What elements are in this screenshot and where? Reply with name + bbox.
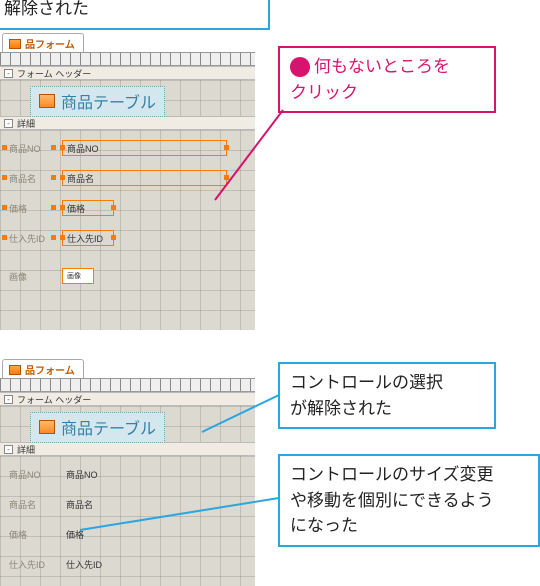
- collapse-icon[interactable]: -: [4, 395, 13, 404]
- detail-area[interactable]: 商品NO 商品NO 商品名 商品名 価格 価格 仕入先ID 仕入先ID 画像 画…: [0, 130, 255, 330]
- label-仕入先ID[interactable]: 仕入先ID: [4, 230, 54, 246]
- field-仕入先ID[interactable]: 仕入先ID: [62, 556, 114, 572]
- field-画像[interactable]: 画像: [62, 268, 94, 284]
- field-価格[interactable]: 価格: [62, 526, 114, 542]
- form-header-area[interactable]: 商品テーブル: [0, 80, 255, 116]
- label-仕入先ID[interactable]: 仕入先ID: [4, 556, 54, 572]
- label-価格[interactable]: 価格: [4, 526, 54, 542]
- section-form-header[interactable]: - フォーム ヘッダー: [0, 66, 255, 80]
- callout-context-prev: 解除された: [0, 0, 270, 30]
- callout-text: が解除された: [290, 399, 392, 418]
- horizontal-ruler: [0, 378, 255, 392]
- table-icon: [39, 94, 55, 108]
- tab-bar: 品フォーム: [0, 30, 255, 52]
- label-商品NO[interactable]: 商品NO: [4, 140, 54, 156]
- form-tab[interactable]: 品フォーム: [2, 359, 84, 378]
- callout-text: や移動を個別にできるよう: [290, 491, 494, 510]
- section-detail[interactable]: - 詳細: [0, 116, 255, 130]
- label-画像[interactable]: 画像: [4, 268, 54, 284]
- step-number-badge: 4: [290, 57, 310, 77]
- callout-text: 解除された: [4, 0, 89, 18]
- form-title-label[interactable]: 商品テーブル: [30, 86, 165, 117]
- horizontal-ruler: [0, 52, 255, 66]
- form-title-text: 商品テーブル: [61, 89, 156, 113]
- field-仕入先ID[interactable]: 仕入先ID: [62, 230, 114, 246]
- callout-step-4: 4何もないところを クリック: [278, 46, 496, 113]
- callout-selection-cleared: コントロールの選択 が解除された: [278, 362, 496, 429]
- table-icon: [39, 420, 55, 434]
- field-商品NO[interactable]: 商品NO: [62, 466, 227, 482]
- form-tab[interactable]: 品フォーム: [2, 33, 84, 52]
- field-商品名[interactable]: 商品名: [62, 496, 227, 512]
- label-価格[interactable]: 価格: [4, 200, 54, 216]
- label-商品NO[interactable]: 商品NO: [4, 466, 54, 482]
- section-detail[interactable]: - 詳細: [0, 442, 255, 456]
- section-label: 詳細: [17, 117, 35, 130]
- callout-text: になった: [290, 516, 358, 535]
- tab-bar: 品フォーム: [0, 356, 255, 378]
- collapse-icon[interactable]: -: [4, 445, 13, 454]
- label-商品名[interactable]: 商品名: [4, 496, 54, 512]
- callout-individual-resize: コントロールのサイズ変更 や移動を個別にできるよう になった: [278, 454, 540, 547]
- form-title-label[interactable]: 商品テーブル: [30, 412, 165, 443]
- tab-label: 品フォーム: [25, 362, 75, 377]
- field-商品名[interactable]: 商品名: [62, 170, 227, 186]
- field-商品NO[interactable]: 商品NO: [62, 140, 227, 156]
- form-icon: [9, 39, 21, 49]
- label-商品名[interactable]: 商品名: [4, 170, 54, 186]
- field-価格[interactable]: 価格: [62, 200, 114, 216]
- section-label: 詳細: [17, 443, 35, 456]
- section-label: フォーム ヘッダー: [17, 393, 91, 406]
- callout-text: クリック: [290, 83, 358, 102]
- collapse-icon[interactable]: -: [4, 119, 13, 128]
- section-label: フォーム ヘッダー: [17, 67, 91, 80]
- form-design-panel-after: 品フォーム - フォーム ヘッダー 商品テーブル - 詳細 商品NO 商品NO …: [0, 356, 255, 566]
- detail-area[interactable]: 商品NO 商品NO 商品名 商品名 価格 価格 仕入先ID 仕入先ID: [0, 456, 255, 586]
- section-form-header[interactable]: - フォーム ヘッダー: [0, 392, 255, 406]
- tab-label: 品フォーム: [25, 36, 75, 51]
- collapse-icon[interactable]: -: [4, 69, 13, 78]
- callout-text: コントロールのサイズ変更: [290, 465, 494, 484]
- form-icon: [9, 365, 21, 375]
- form-title-text: 商品テーブル: [61, 415, 156, 439]
- form-header-area[interactable]: 商品テーブル: [0, 406, 255, 442]
- callout-text: 何もないところを: [314, 57, 450, 76]
- form-design-panel-before: 品フォーム - フォーム ヘッダー 商品テーブル - 詳細 商品NO 商品NO …: [0, 30, 255, 330]
- callout-text: コントロールの選択: [290, 373, 443, 392]
